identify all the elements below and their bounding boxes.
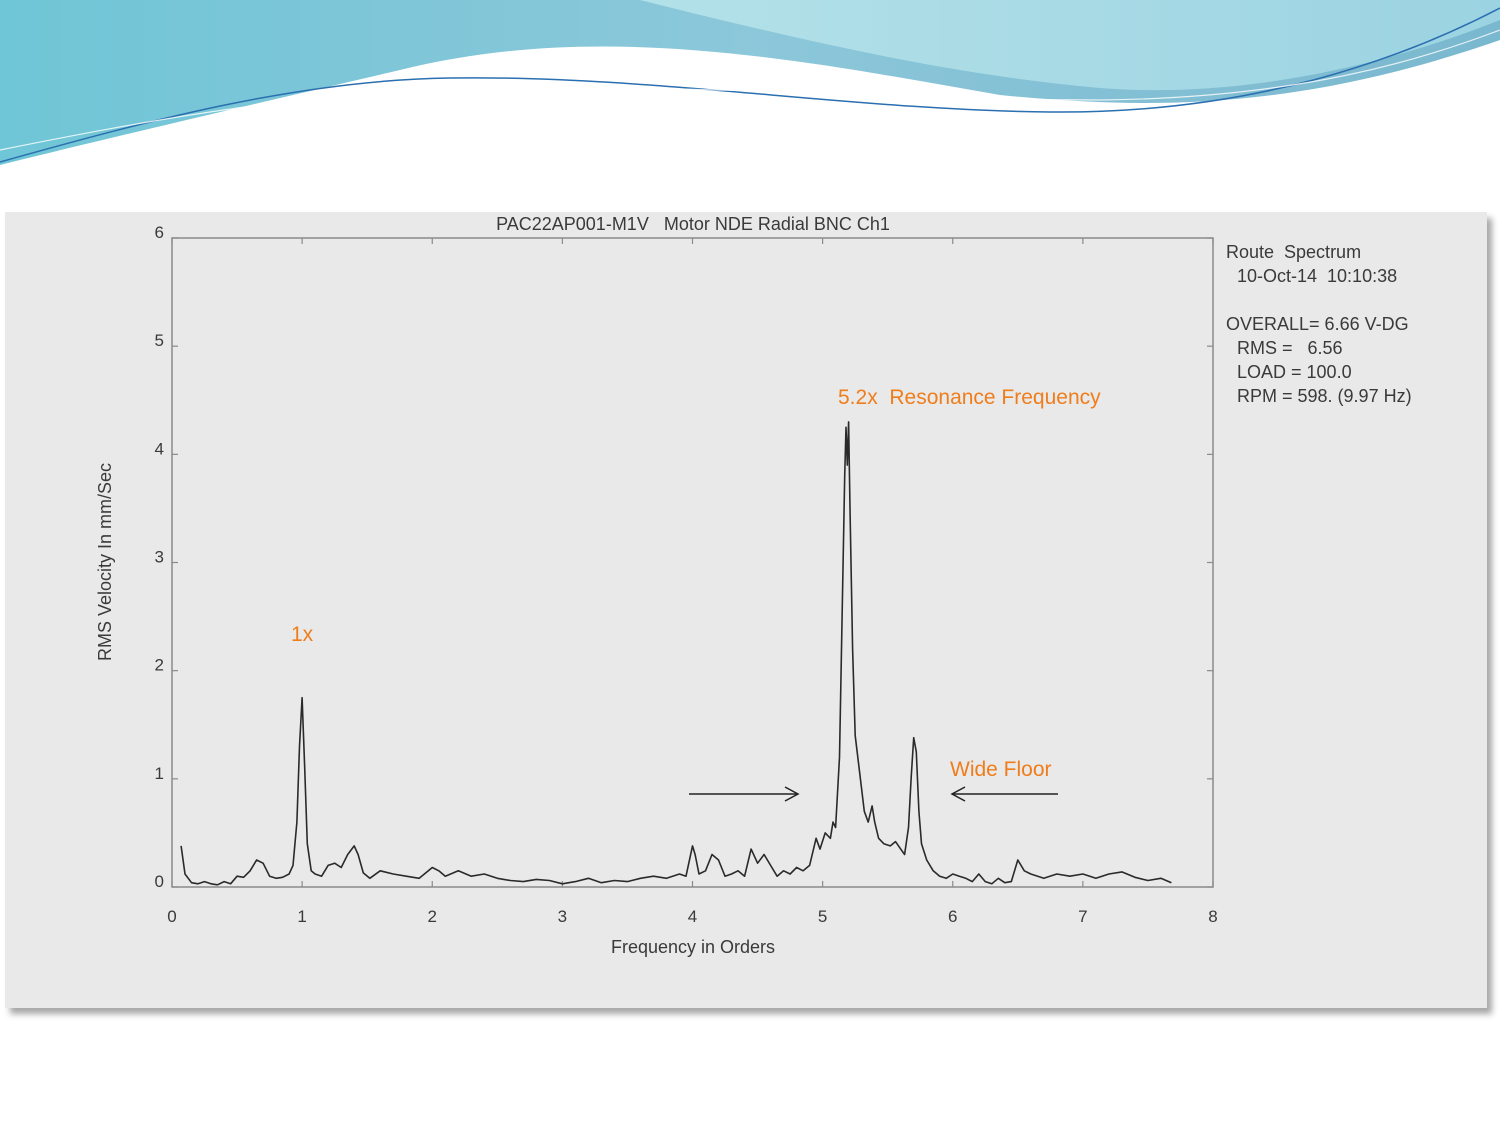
x-tick-label: 4 xyxy=(688,907,697,926)
y-tick-label: 4 xyxy=(155,439,164,458)
x-tick-label: 7 xyxy=(1078,907,1087,926)
y-tick-label: 2 xyxy=(155,656,164,675)
x-tick-label: 8 xyxy=(1208,907,1217,926)
y-tick-label: 6 xyxy=(155,223,164,242)
arrow-right-icon xyxy=(689,786,800,802)
annotations: 1x 5.2x Resonance Frequency Wide Floor xyxy=(291,386,1101,802)
y-tick-label: 0 xyxy=(155,872,164,891)
chart-title: PAC22AP001-M1V Motor NDE Radial BNC Ch1 xyxy=(496,214,890,234)
plot-area-border xyxy=(171,237,1214,888)
info-box: Route Spectrum 10-Oct-14 10:10:38 OVERAL… xyxy=(1226,242,1412,406)
x-tick-label: 1 xyxy=(297,907,306,926)
x-tick-label: 3 xyxy=(558,907,567,926)
x-tick-labels: 0 1 2 3 4 5 6 7 8 xyxy=(167,907,1217,926)
x-tick-label: 0 xyxy=(167,907,176,926)
plot-frame xyxy=(171,237,1214,888)
info-overall: OVERALL= 6.66 V-DG xyxy=(1226,314,1409,334)
annotation-resonance: 5.2x Resonance Frequency xyxy=(838,386,1101,409)
y-tick-label: 1 xyxy=(155,764,164,783)
y-tick-label: 3 xyxy=(155,548,164,567)
spectrum-chart: 0 1 2 3 4 5 6 7 8 0 1 2 3 4 5 6 PAC22AP001-M1V Motor N… xyxy=(95,214,1412,957)
info-rms: RMS = 6.56 xyxy=(1237,338,1343,358)
y-axis-label: RMS Velocity In mm/Sec xyxy=(95,463,115,661)
x-tick-label: 5 xyxy=(818,907,827,926)
y-tick-labels: 0 1 2 3 4 5 6 xyxy=(155,223,164,891)
x-axis-label: Frequency in Orders xyxy=(611,937,775,957)
y-tick-label: 5 xyxy=(155,331,164,350)
info-timestamp: 10-Oct-14 10:10:38 xyxy=(1237,266,1397,286)
x-tick-label: 6 xyxy=(948,907,957,926)
x-tick-label: 2 xyxy=(428,907,437,926)
header-wave-decoration xyxy=(0,0,1500,165)
arrow-left-icon xyxy=(950,786,1058,802)
chart-panel: 0 1 2 3 4 5 6 7 8 0 1 2 3 4 5 6 PAC22AP001-M1V Motor N… xyxy=(5,212,1487,1008)
info-route-spectrum: Route Spectrum xyxy=(1226,242,1361,262)
axis-ticks xyxy=(171,237,1214,888)
info-load: LOAD = 100.0 xyxy=(1237,362,1352,382)
spectrum-line xyxy=(180,421,1172,886)
info-rpm: RPM = 598. (9.97 Hz) xyxy=(1237,386,1412,406)
annotation-wide-floor: Wide Floor xyxy=(950,758,1052,781)
annotation-1x: 1x xyxy=(291,623,314,646)
